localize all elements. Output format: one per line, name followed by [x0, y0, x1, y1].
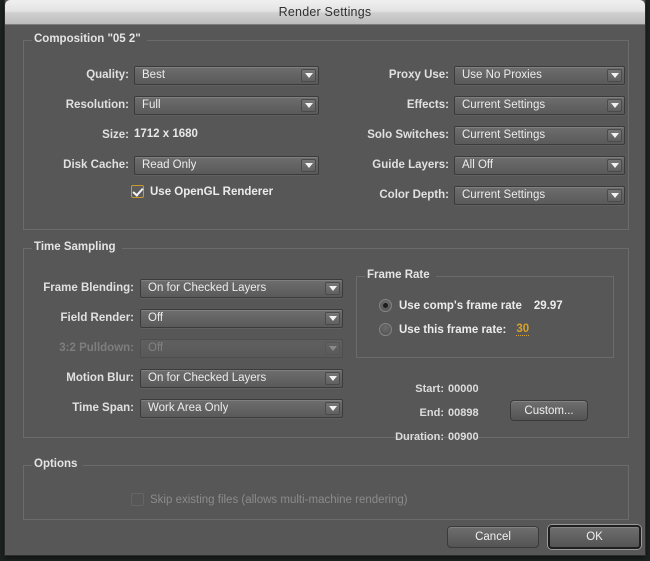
frame-blending-value: On for Checked Layers	[148, 282, 267, 294]
pulldown-label: 3:2 Pulldown:	[59, 342, 134, 354]
field-render-dropdown[interactable]: Off	[140, 309, 343, 328]
proxy-use-dropdown[interactable]: Use No Proxies	[454, 66, 625, 85]
color-depth-value: Current Settings	[462, 189, 546, 201]
end-value: 00898	[448, 407, 479, 419]
custom-frame-rate-input[interactable]: 30	[516, 323, 530, 336]
color-depth-label: Color Depth:	[379, 189, 449, 201]
chevron-down-icon[interactable]	[607, 99, 622, 112]
chevron-down-icon[interactable]	[325, 402, 340, 415]
frame-blending-dropdown[interactable]: On for Checked Layers	[140, 279, 343, 298]
custom-time-span-button[interactable]: Custom...	[510, 400, 588, 421]
effects-label: Effects:	[406, 99, 449, 111]
chevron-down-icon[interactable]	[301, 99, 316, 112]
skip-existing-files-checkbox-row: Skip existing files (allows multi-machin…	[131, 493, 408, 506]
time-sampling-group: Time Sampling Frame Blending: Field Rend…	[23, 241, 629, 443]
disk-cache-label: Disk Cache:	[63, 159, 129, 171]
size-label: Size:	[102, 129, 129, 141]
comp-frame-rate-value: 29.97	[533, 299, 563, 312]
options-legend: Options	[32, 458, 84, 470]
field-render-label: Field Render:	[60, 312, 134, 324]
pulldown-value: Off	[148, 342, 164, 354]
dialog-body: Composition "05 2" Quality: Resolution: …	[5, 25, 645, 555]
color-depth-dropdown[interactable]: Current Settings	[454, 186, 625, 205]
use-comp-frame-rate-radio-row[interactable]: Use comp's frame rate 29.97	[379, 299, 563, 312]
use-comp-frame-rate-label: Use comp's frame rate	[399, 299, 522, 312]
use-opengl-renderer-label: Use OpenGL Renderer	[150, 185, 274, 198]
proxy-use-label: Proxy Use:	[388, 69, 449, 81]
chevron-down-icon[interactable]	[325, 312, 340, 325]
use-this-frame-rate-radio-row[interactable]: Use this frame rate: 30	[379, 323, 530, 336]
dialog-titlebar[interactable]: Render Settings	[5, 0, 645, 25]
start-label: Start:	[415, 383, 444, 395]
ok-button[interactable]: OK	[548, 525, 641, 549]
cancel-button[interactable]: Cancel	[447, 526, 539, 548]
time-span-label: Time Span:	[72, 402, 134, 414]
proxy-use-value: Use No Proxies	[462, 69, 542, 81]
radio-icon[interactable]	[379, 299, 392, 312]
render-settings-dialog: Render Settings Composition "05 2" Quali…	[4, 0, 646, 556]
chevron-down-icon[interactable]	[607, 159, 622, 172]
composition-group: Composition "05 2" Quality: Resolution: …	[23, 33, 629, 230]
dialog-title: Render Settings	[278, 5, 372, 19]
guide-layers-dropdown[interactable]: All Off	[454, 156, 625, 175]
effects-dropdown[interactable]: Current Settings	[454, 96, 625, 115]
quality-value: Best	[142, 69, 166, 81]
guide-layers-value: All Off	[462, 159, 494, 171]
start-value: 00000	[448, 383, 479, 395]
motion-blur-dropdown[interactable]: On for Checked Layers	[140, 369, 343, 388]
field-render-value: Off	[148, 312, 164, 324]
motion-blur-value: On for Checked Layers	[148, 372, 267, 384]
guide-layers-label: Guide Layers:	[372, 159, 449, 171]
quality-dropdown[interactable]: Best	[134, 66, 319, 85]
time-span-dropdown[interactable]: Work Area Only	[140, 399, 343, 418]
quality-label: Quality:	[86, 69, 129, 81]
options-group: Options Skip existing files (allows mult…	[23, 458, 629, 520]
size-value: 1712 x 1680	[134, 128, 198, 140]
resolution-value: Full	[142, 99, 161, 111]
time-span-value: Work Area Only	[148, 402, 229, 414]
disk-cache-value: Read Only	[142, 159, 197, 171]
end-label: End:	[419, 407, 444, 419]
pulldown-dropdown: Off	[140, 339, 343, 358]
resolution-dropdown[interactable]: Full	[134, 96, 319, 115]
effects-value: Current Settings	[462, 99, 546, 111]
use-this-frame-rate-label: Use this frame rate:	[399, 323, 507, 336]
solo-switches-dropdown[interactable]: Current Settings	[454, 126, 625, 145]
radio-icon[interactable]	[379, 323, 392, 336]
checkbox-icon	[131, 493, 144, 506]
chevron-down-icon[interactable]	[607, 69, 622, 82]
chevron-down-icon[interactable]	[325, 282, 340, 295]
chevron-down-icon[interactable]	[607, 129, 622, 142]
chevron-down-icon[interactable]	[607, 189, 622, 202]
disk-cache-dropdown[interactable]: Read Only	[134, 156, 319, 175]
solo-switches-label: Solo Switches:	[367, 129, 449, 141]
solo-switches-value: Current Settings	[462, 129, 546, 141]
resolution-label: Resolution:	[65, 99, 129, 111]
chevron-down-icon[interactable]	[301, 159, 316, 172]
frame-blending-label: Frame Blending:	[43, 282, 134, 294]
composition-legend: Composition "05 2"	[32, 33, 147, 45]
motion-blur-label: Motion Blur:	[66, 372, 134, 384]
chevron-down-icon[interactable]	[301, 69, 316, 82]
skip-existing-files-label: Skip existing files (allows multi-machin…	[150, 493, 408, 506]
chevron-down-icon[interactable]	[325, 372, 340, 385]
chevron-down-icon	[325, 342, 340, 355]
checkbox-icon[interactable]	[131, 185, 144, 198]
frame-rate-legend: Frame Rate	[365, 269, 436, 281]
duration-label: Duration:	[395, 431, 444, 443]
time-sampling-legend: Time Sampling	[32, 241, 122, 253]
screen: Render Settings Composition "05 2" Quali…	[0, 0, 650, 561]
use-opengl-renderer-checkbox-row[interactable]: Use OpenGL Renderer	[131, 185, 273, 198]
frame-rate-group: Frame Rate Use comp's frame rate 29.97 U…	[356, 269, 614, 358]
duration-value: 00900	[448, 431, 479, 443]
